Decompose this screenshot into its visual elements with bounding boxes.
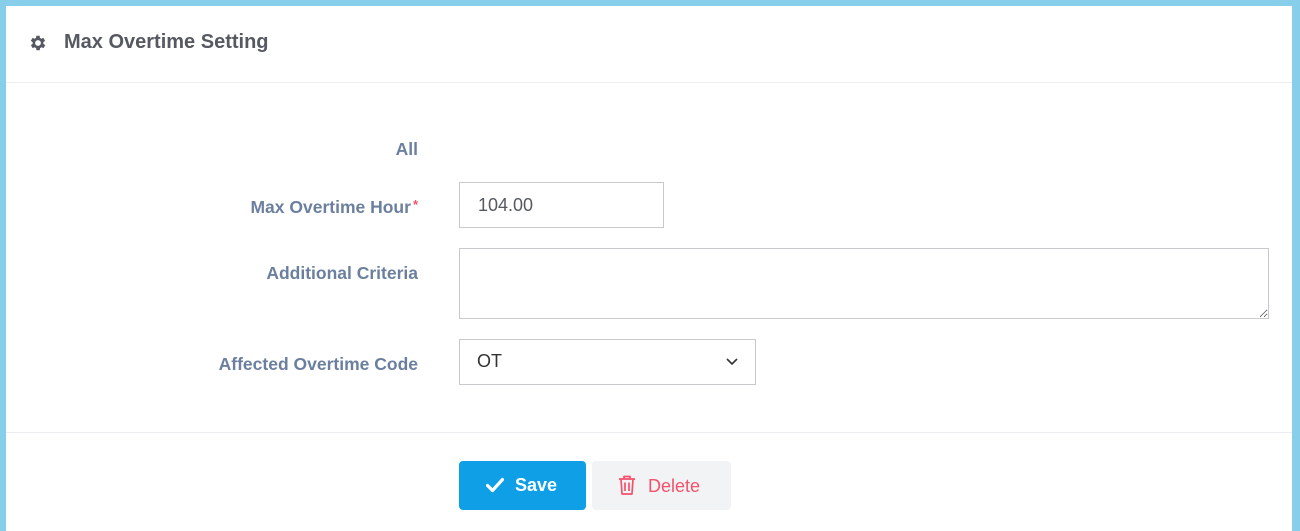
max-overtime-hour-label-text: Max Overtime Hour bbox=[250, 197, 411, 217]
affected-overtime-code-value: OT bbox=[477, 351, 502, 371]
affected-overtime-code-label: Affected Overtime Code bbox=[218, 354, 418, 374]
additional-criteria-label: Additional Criteria bbox=[266, 263, 418, 283]
delete-button-label: Delete bbox=[648, 476, 701, 496]
panel-footer: Save Delete bbox=[6, 432, 1292, 531]
required-mark: * bbox=[412, 197, 418, 212]
all-label: All bbox=[395, 139, 418, 159]
save-button[interactable]: Save bbox=[459, 461, 586, 510]
gear-icon bbox=[30, 35, 46, 51]
save-button-label: Save bbox=[515, 475, 558, 495]
max-overtime-hour-input[interactable] bbox=[459, 182, 664, 228]
trash-icon bbox=[619, 475, 635, 495]
settings-panel: Max Overtime Setting All Max Overtime Ho… bbox=[6, 6, 1292, 531]
delete-button[interactable]: Delete bbox=[592, 461, 731, 510]
affected-overtime-code-select[interactable]: OT bbox=[459, 339, 756, 385]
max-overtime-hour-label: Max Overtime Hour * bbox=[250, 197, 418, 218]
chevron-down-icon bbox=[726, 358, 738, 366]
panel-header: Max Overtime Setting bbox=[6, 6, 1292, 83]
additional-criteria-input[interactable] bbox=[459, 248, 1269, 319]
check-icon bbox=[486, 477, 504, 493]
page-title: Max Overtime Setting bbox=[64, 31, 269, 53]
